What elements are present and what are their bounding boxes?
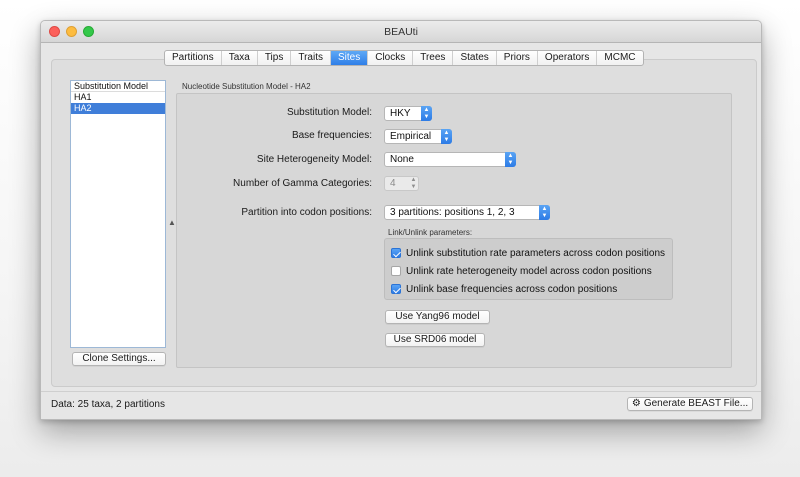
unlink-base-frequencies-checkbox[interactable] bbox=[391, 284, 401, 294]
base-frequencies-value: Empirical bbox=[390, 131, 432, 142]
link-unlink-title: Link/Unlink parameters: bbox=[388, 228, 473, 237]
unlink-base-frequencies-option[interactable]: Unlink base frequencies across codon pos… bbox=[391, 282, 617, 296]
tab-traits[interactable]: Traits bbox=[291, 51, 331, 65]
list-item-ha2[interactable]: HA2 bbox=[71, 103, 165, 114]
codon-partition-label: Partition into codon positions: bbox=[241, 207, 372, 218]
base-frequencies-label: Base frequencies: bbox=[291, 130, 372, 141]
tab-clocks[interactable]: Clocks bbox=[368, 51, 414, 65]
unlink-base-frequencies-label: Unlink base frequencies across codon pos… bbox=[406, 283, 618, 295]
chevron-updown-icon: ▲ ▼ bbox=[539, 205, 550, 220]
use-yang96-button[interactable]: Use Yang96 model bbox=[385, 310, 490, 324]
link-unlink-group: Unlink substitution rate parameters acro… bbox=[384, 238, 673, 300]
site-heterogeneity-select[interactable]: None ▲ ▼ bbox=[384, 152, 516, 167]
tab-priors[interactable]: Priors bbox=[497, 51, 538, 65]
unlink-substitution-rate-option[interactable]: Unlink substitution rate parameters acro… bbox=[391, 246, 665, 260]
tab-trees[interactable]: Trees bbox=[413, 51, 454, 65]
site-heterogeneity-value: None bbox=[390, 154, 414, 165]
use-srd06-button[interactable]: Use SRD06 model bbox=[385, 333, 485, 347]
title-bar[interactable]: BEAUti bbox=[41, 21, 761, 43]
unlink-substitution-rate-checkbox[interactable] bbox=[391, 248, 401, 258]
chevron-updown-icon: ▲ ▼ bbox=[410, 177, 417, 190]
substitution-model-label: Substitution Model: bbox=[286, 107, 372, 118]
generate-beast-file-button[interactable]: ⚙ Generate BEAST File... bbox=[627, 397, 753, 411]
gamma-categories-stepper: 4 ▲ ▼ bbox=[384, 176, 419, 191]
tab-taxa[interactable]: Taxa bbox=[222, 51, 258, 65]
unlink-substitution-rate-label: Unlink substitution rate parameters acro… bbox=[406, 247, 666, 259]
status-text: Data: 25 taxa, 2 partitions bbox=[51, 399, 165, 410]
codon-partition-select[interactable]: 3 partitions: positions 1, 2, 3 ▲ ▼ bbox=[384, 205, 550, 220]
list-header: Substitution Model bbox=[71, 81, 165, 92]
clone-settings-button[interactable]: Clone Settings... bbox=[72, 352, 166, 366]
tab-tips[interactable]: Tips bbox=[258, 51, 292, 65]
model-section-title: Nucleotide Substitution Model - HA2 bbox=[182, 82, 311, 91]
site-heterogeneity-label: Site Heterogeneity Model: bbox=[256, 154, 372, 165]
tab-partitions[interactable]: Partitions bbox=[165, 51, 222, 65]
unlink-rate-heterogeneity-option[interactable]: Unlink rate heterogeneity model across c… bbox=[391, 264, 652, 278]
status-divider bbox=[41, 391, 761, 392]
window-title: BEAUti bbox=[384, 26, 418, 38]
chevron-updown-icon: ▲ ▼ bbox=[421, 106, 432, 121]
list-item-ha1[interactable]: HA1 bbox=[71, 92, 165, 103]
partition-list[interactable]: Substitution Model HA1 HA2 bbox=[70, 80, 166, 348]
gear-icon: ⚙ bbox=[631, 398, 641, 409]
tab-mcmc[interactable]: MCMC bbox=[597, 51, 642, 65]
gamma-categories-value: 4 bbox=[390, 178, 396, 189]
substitution-model-select[interactable]: HKY ▲ ▼ bbox=[384, 106, 432, 121]
beauti-window: BEAUti Partitions Taxa Tips Traits Sites… bbox=[40, 20, 762, 420]
unlink-rate-heterogeneity-checkbox[interactable] bbox=[391, 266, 401, 276]
generate-beast-file-label: Generate BEAST File... bbox=[643, 398, 749, 409]
chevron-updown-icon: ▲ ▼ bbox=[505, 152, 516, 167]
codon-partition-value: 3 partitions: positions 1, 2, 3 bbox=[390, 207, 515, 218]
gamma-categories-label: Number of Gamma Categories: bbox=[233, 178, 372, 189]
splitter-arrow-icon[interactable]: ▲ bbox=[168, 218, 176, 227]
tab-states[interactable]: States bbox=[453, 51, 497, 65]
tab-sites[interactable]: Sites bbox=[330, 51, 369, 65]
chevron-updown-icon: ▲ ▼ bbox=[441, 129, 452, 144]
main-tab-bar: Partitions Taxa Tips Traits Sites Clocks… bbox=[164, 50, 644, 66]
unlink-rate-heterogeneity-label: Unlink rate heterogeneity model across c… bbox=[406, 265, 652, 277]
tab-operators[interactable]: Operators bbox=[538, 51, 598, 65]
substitution-model-value: HKY bbox=[390, 108, 411, 119]
base-frequencies-select[interactable]: Empirical ▲ ▼ bbox=[384, 129, 452, 144]
